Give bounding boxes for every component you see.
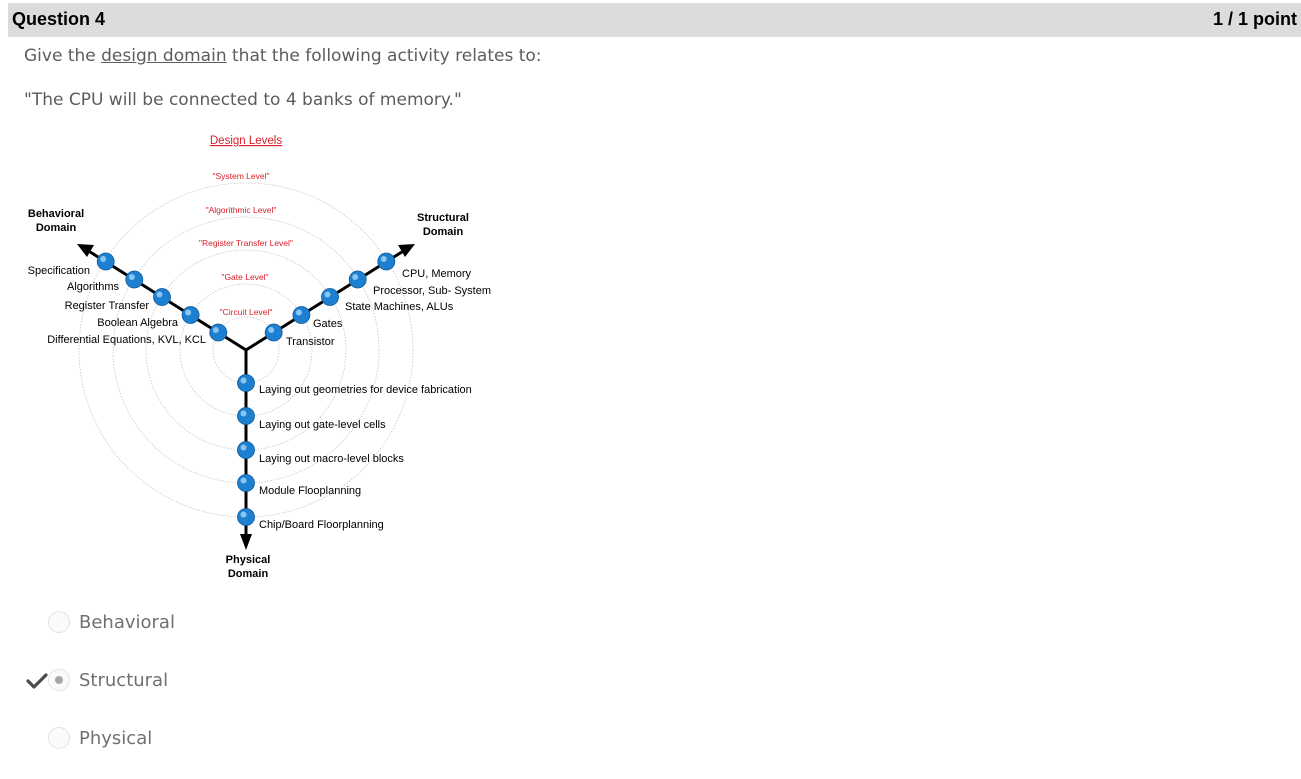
structural-node-highlight-5 [268,327,275,333]
choice-label-structural: Structural [79,669,169,691]
radio-physical[interactable] [48,727,70,749]
radio-structural[interactable] [48,669,70,691]
structural-node-2 [348,270,367,289]
behavioral-node-highlight-3 [156,291,163,298]
physical-node-highlight-4 [240,410,247,417]
physical-title-line2: Domain [228,568,269,580]
physical-node-highlight-1 [240,511,247,518]
structural-item-cpu-memory: CPU, Memory [402,268,472,280]
prompt-text-after: that the following activity relates to: [226,46,542,66]
behavioral-item-register-transfer: Register Transfer [65,300,150,312]
physical-node-highlight-2 [240,477,247,484]
structural-node-highlight-4 [295,309,302,316]
physical-item-module-floorplanning: Module Flooplanning [259,485,361,497]
choice-label-physical: Physical [79,727,153,749]
structural-item-processor: Processor, Sub- System [373,285,491,297]
level-system: "System Level" [212,171,269,181]
choice-behavioral[interactable]: Behavioral [48,611,175,633]
level-register-transfer: "Register Transfer Level" [199,238,293,248]
physical-node-highlight-5 [240,377,247,384]
physical-item-macro-blocks: Laying out macro-level blocks [259,453,404,465]
physical-node-2 [237,474,255,492]
physical-node-4 [237,407,255,425]
question-prompt: Give the design domain that the followin… [24,46,542,66]
physical-node-5 [237,374,255,392]
behavioral-node-highlight-1 [100,256,107,262]
behavioral-node-5 [209,323,228,342]
question-header: Question 4 1 / 1 point [8,3,1301,37]
behavioral-node-highlight-2 [128,274,135,280]
physical-node-1 [237,508,255,526]
behavioral-title-line2: Domain [36,222,77,234]
level-circuit: "Circuit Level" [220,307,273,317]
design-domain-link[interactable]: design domain [101,46,226,66]
behavioral-node-highlight-5 [212,327,219,333]
behavioral-item-boolean-algebra: Boolean Algebra [97,317,179,329]
question-score: 1 / 1 point [1212,9,1297,29]
correct-checkmark-icon [26,672,48,694]
behavioral-item-differential-equations: Differential Equations, KVL, KCL [47,334,206,346]
structural-item-state-machines: State Machines, ALUs [345,301,454,313]
behavioral-node-4 [181,306,200,324]
physical-item-chip-floorplanning: Chip/Board Floorplanning [259,519,384,531]
behavioral-item-algorithms: Algorithms [67,281,119,293]
prompt-text-before: Give the [24,46,102,66]
level-gate: "Gate Level" [221,272,268,282]
physical-item-gate-cells: Laying out gate-level cells [259,419,386,431]
structural-node-highlight-2 [352,274,359,280]
behavioral-node-1 [96,252,115,271]
question-quote: "The CPU will be connected to 4 banks of… [24,90,462,110]
behavioral-title-line1: Behavioral [28,208,84,220]
level-algorithmic: "Algorithmic Level" [206,205,277,215]
physical-node-highlight-3 [240,444,247,451]
structural-node-highlight-1 [380,256,387,262]
structural-node-3 [321,288,339,306]
behavioral-node-3 [153,288,171,306]
physical-title-line1: Physical [226,554,271,566]
behavioral-item-specification: Specification [28,265,90,277]
structural-node-1 [377,252,396,271]
choice-structural[interactable]: Structural [48,669,168,691]
structural-title-line2: Domain [423,226,464,238]
structural-title-line1: Structural [417,212,469,224]
physical-item-geometries: Laying out geometries for device fabrica… [259,384,472,396]
structural-node-5 [264,323,283,342]
radio-behavioral[interactable] [48,611,70,633]
choice-physical[interactable]: Physical [48,727,152,749]
physical-node-3 [237,441,255,459]
structural-item-transistor: Transistor [286,336,335,348]
choice-label-behavioral: Behavioral [79,611,175,633]
diagram-title: Design Levels [210,135,282,147]
structural-item-gates: Gates [313,318,343,330]
behavioral-node-2 [125,270,144,289]
question-title: Question 4 [12,9,106,29]
structural-node-highlight-3 [324,291,331,298]
behavioral-node-highlight-4 [185,309,192,316]
structural-node-4 [292,306,311,324]
y-chart-diagram: Design Levels "System Level" "Algorithmi… [28,135,491,580]
